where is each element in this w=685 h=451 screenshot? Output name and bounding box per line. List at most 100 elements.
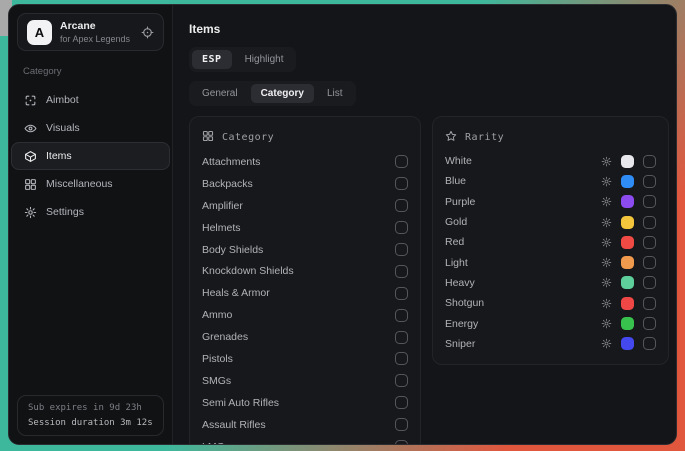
rarity-row-label: Purple [445, 196, 475, 208]
sidebar-item-label: Miscellaneous [46, 178, 113, 190]
category-row-grenades: Grenades [202, 326, 408, 348]
checkbox[interactable] [643, 216, 656, 229]
checkbox[interactable] [395, 331, 408, 344]
category-row-label: Ammo [202, 309, 232, 321]
gear-icon[interactable] [601, 318, 612, 329]
app-title: Arcane [60, 20, 133, 32]
checkbox[interactable] [395, 374, 408, 387]
rarity-row-label: Gold [445, 216, 467, 228]
checkbox[interactable] [643, 337, 656, 350]
rarity-row-label: Red [445, 236, 464, 248]
gear-icon[interactable] [601, 217, 612, 228]
checkbox[interactable] [643, 195, 656, 208]
category-row-label: Body Shields [202, 244, 263, 256]
sidebar-item-settings[interactable]: Settings [11, 198, 170, 226]
gear-icon[interactable] [601, 176, 612, 187]
checkbox[interactable] [643, 175, 656, 188]
checkbox[interactable] [643, 297, 656, 310]
checkbox[interactable] [643, 317, 656, 330]
checkbox[interactable] [395, 265, 408, 278]
grid-icon [24, 178, 37, 191]
category-row-label: Knockdown Shields [202, 265, 294, 277]
sidebar-item-aimbot[interactable]: Aimbot [11, 86, 170, 114]
color-swatch[interactable] [621, 256, 634, 269]
category-row-label: Grenades [202, 331, 248, 343]
checkbox[interactable] [643, 155, 656, 168]
checkbox[interactable] [395, 309, 408, 322]
checkbox[interactable] [395, 177, 408, 190]
tab-list[interactable]: List [317, 84, 353, 103]
app-subtitle: for Apex Legends [60, 34, 133, 44]
checkbox[interactable] [395, 199, 408, 212]
main-content: Items ESPHighlight GeneralCategoryList C… [173, 5, 676, 444]
crosshair-icon [24, 94, 37, 107]
color-swatch[interactable] [621, 317, 634, 330]
category-panel-title: Category [222, 132, 274, 143]
checkbox[interactable] [395, 287, 408, 300]
category-row-ammo: Ammo [202, 304, 408, 326]
rarity-row-label: Heavy [445, 277, 475, 289]
rarity-row-energy: Energy [445, 313, 656, 333]
rarity-row-shotgun: Shotgun [445, 293, 656, 313]
color-swatch[interactable] [621, 216, 634, 229]
category-row-label: Pistols [202, 353, 233, 365]
sidebar-item-visuals[interactable]: Visuals [11, 114, 170, 142]
rarity-row-label: Light [445, 257, 468, 269]
category-row-pistols: Pistols [202, 348, 408, 370]
tab-general[interactable]: General [192, 84, 248, 103]
checkbox[interactable] [395, 155, 408, 168]
color-swatch[interactable] [621, 175, 634, 188]
checkbox[interactable] [395, 418, 408, 431]
gear-icon[interactable] [601, 338, 612, 349]
category-row-label: LMGs [202, 441, 230, 445]
color-swatch[interactable] [621, 155, 634, 168]
checkbox[interactable] [395, 221, 408, 234]
gear-icon[interactable] [601, 257, 612, 268]
box-icon [24, 150, 37, 163]
sidebar-item-items[interactable]: Items [11, 142, 170, 170]
category-list: Attachments Backpacks Amplifier Helmets … [202, 151, 408, 445]
category-row-label: Attachments [202, 156, 260, 168]
gear-icon[interactable] [601, 156, 612, 167]
category-row-heals-armor: Heals & Armor [202, 282, 408, 304]
view-tabs: GeneralCategoryList [189, 81, 356, 106]
rarity-row-gold: Gold [445, 212, 656, 232]
app-header-card: A Arcane for Apex Legends [17, 13, 164, 51]
category-row-body-shields: Body Shields [202, 239, 408, 261]
checkbox[interactable] [643, 236, 656, 249]
gear-icon[interactable] [601, 298, 612, 309]
category-row-label: Heals & Armor [202, 287, 270, 299]
tab-category[interactable]: Category [251, 84, 314, 103]
rarity-row-purple: Purple [445, 192, 656, 212]
category-row-label: Assault Rifles [202, 419, 266, 431]
target-icon[interactable] [141, 26, 154, 39]
rarity-row-red: Red [445, 232, 656, 252]
checkbox[interactable] [643, 276, 656, 289]
star-icon [445, 130, 457, 145]
rarity-row-label: Sniper [445, 338, 475, 350]
rarity-row-heavy: Heavy [445, 273, 656, 293]
gear-icon[interactable] [601, 277, 612, 288]
checkbox[interactable] [643, 256, 656, 269]
gear-icon[interactable] [601, 196, 612, 207]
category-row-assault-rifles: Assault Rifles [202, 414, 408, 436]
eye-icon [24, 122, 37, 135]
color-swatch[interactable] [621, 337, 634, 350]
category-row-smgs: SMGs [202, 370, 408, 392]
color-swatch[interactable] [621, 297, 634, 310]
sidebar: A Arcane for Apex Legends Category Aimbo… [9, 5, 173, 444]
checkbox[interactable] [395, 352, 408, 365]
checkbox[interactable] [395, 396, 408, 409]
gear-icon[interactable] [601, 237, 612, 248]
color-swatch[interactable] [621, 276, 634, 289]
mode-option-highlight[interactable]: Highlight [235, 50, 294, 69]
color-swatch[interactable] [621, 236, 634, 249]
color-swatch[interactable] [621, 195, 634, 208]
rarity-row-label: White [445, 155, 472, 167]
checkbox[interactable] [395, 440, 408, 445]
mode-option-esp[interactable]: ESP [192, 50, 232, 69]
checkbox[interactable] [395, 243, 408, 256]
sidebar-item-miscellaneous[interactable]: Miscellaneous [11, 170, 170, 198]
category-row-lmgs: LMGs [202, 436, 408, 445]
rarity-panel-title: Rarity [465, 132, 504, 143]
